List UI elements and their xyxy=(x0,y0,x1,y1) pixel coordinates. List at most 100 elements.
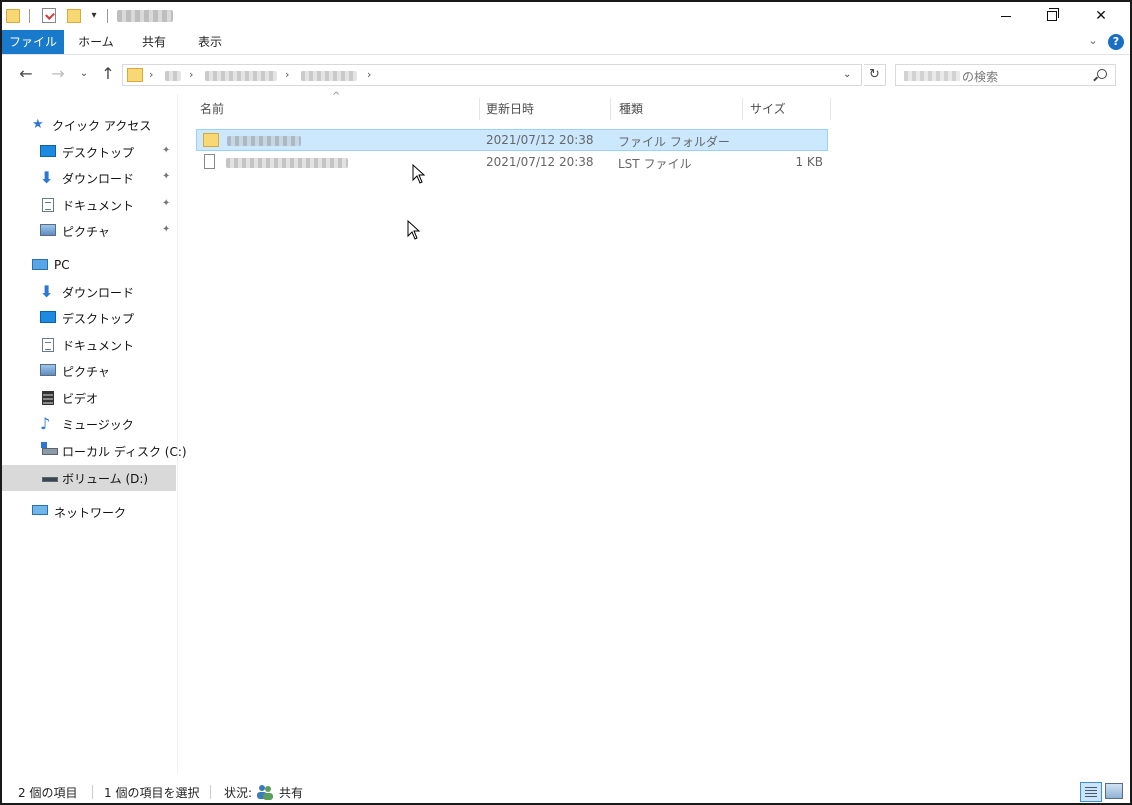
chevron-down-icon[interactable]: ⌄ xyxy=(843,69,851,80)
local-disk-icon xyxy=(41,442,58,455)
status-bar: 2 個の項目 1 個の項目を選択 状況: 共有 xyxy=(2,780,1130,803)
sidebar-item-label: ボリューム (D:) xyxy=(62,472,149,486)
sidebar-item-pc-pictures[interactable]: ピクチャ xyxy=(2,358,176,384)
column-header-size[interactable]: サイズ xyxy=(750,98,830,120)
column-header-modified[interactable]: 更新日時 xyxy=(486,98,610,120)
table-row[interactable]: 2021/07/12 20:38 LST ファイル 1 KB xyxy=(196,152,828,174)
status-item-count: 2 個の項目 xyxy=(18,786,78,800)
search-input[interactable]: の検索 xyxy=(895,64,1116,86)
sidebar-item-label: ドキュメント xyxy=(62,199,135,213)
sidebar-item-downloads[interactable]: ⬇ ダウンロード ✦ xyxy=(2,165,176,191)
ribbon-expand-icon[interactable]: ⌄ xyxy=(1085,34,1101,47)
file-modified: 2021/07/12 20:38 xyxy=(486,133,594,147)
sidebar-item-label: ネットワーク xyxy=(54,506,127,520)
table-row[interactable]: 2021/07/12 20:38 ファイル フォルダー xyxy=(196,129,828,151)
pictures-icon xyxy=(40,224,56,236)
tab-share[interactable]: 共有 xyxy=(126,30,182,54)
chevron-right-icon[interactable]: › xyxy=(189,68,193,81)
refresh-button[interactable]: ↻ xyxy=(864,64,886,86)
sidebar-item-pc-desktop[interactable]: デスクトップ xyxy=(2,305,176,331)
sidebar-item-pictures[interactable]: ピクチャ ✦ xyxy=(2,218,176,244)
tab-view[interactable]: 表示 xyxy=(182,30,238,54)
file-type: LST ファイル xyxy=(618,157,692,171)
file-type: ファイル フォルダー xyxy=(618,135,730,149)
sidebar-item-pc[interactable]: PC xyxy=(2,253,176,279)
pin-icon[interactable]: ✦ xyxy=(162,198,170,209)
sidebar-item-pc-downloads[interactable]: ⬇ ダウンロード xyxy=(2,279,176,305)
tab-home[interactable]: ホーム xyxy=(66,30,126,54)
file-size: 1 KB xyxy=(795,155,823,169)
sidebar-item-desktop[interactable]: デスクトップ ✦ xyxy=(2,139,176,165)
chevron-down-icon[interactable]: ▾ xyxy=(89,10,99,28)
back-button[interactable]: ← xyxy=(16,64,36,83)
volume-icon xyxy=(42,477,58,482)
address-bar[interactable]: › › › › ⌄ xyxy=(122,64,862,86)
search-icon[interactable] xyxy=(1097,69,1107,79)
breadcrumb-segment[interactable] xyxy=(165,71,181,81)
ribbon: ファイル ホーム 共有 表示 ⌄ ? xyxy=(2,30,1130,55)
column-header-type[interactable]: 種類 xyxy=(619,98,743,120)
column-header-name[interactable]: 名前 xyxy=(200,98,478,120)
pin-icon[interactable]: ✦ xyxy=(162,171,170,182)
navigation-bar: ← → ⌄ ↑ › › › › ⌄ ↻ の検索 xyxy=(2,56,1130,92)
sidebar-item-label: PC xyxy=(54,258,70,272)
sidebar-item-label: クイック アクセス xyxy=(52,119,152,133)
help-icon[interactable]: ? xyxy=(1108,34,1124,50)
details-view-button[interactable] xyxy=(1080,782,1102,802)
sidebar-item-volume-d[interactable]: ボリューム (D:) xyxy=(2,465,176,491)
video-icon xyxy=(42,391,54,405)
navigation-pane: ★ クイック アクセス デスクトップ ✦ ⬇ ダウンロード ✦ ドキュメント ✦… xyxy=(2,94,187,774)
up-button[interactable]: ↑ xyxy=(98,64,118,83)
column-divider[interactable] xyxy=(479,98,480,120)
download-icon: ⬇ xyxy=(40,282,54,301)
column-divider[interactable] xyxy=(742,98,743,120)
sidebar-item-label: ダウンロード xyxy=(62,172,135,186)
sidebar-item-label: ドキュメント xyxy=(62,339,135,353)
download-icon: ⬇ xyxy=(40,168,54,187)
sidebar-item-label: ミュージック xyxy=(62,418,134,432)
divider xyxy=(29,9,30,23)
forward-button[interactable]: → xyxy=(48,64,68,83)
sidebar-item-pc-music[interactable]: ♪ ミュージック xyxy=(2,411,176,437)
close-button[interactable]: ✕ xyxy=(1078,2,1124,30)
breadcrumb-segment[interactable] xyxy=(301,71,357,81)
minimize-button[interactable] xyxy=(983,2,1029,30)
sidebar-item-quick-access[interactable]: ★ クイック アクセス xyxy=(2,112,176,138)
file-modified: 2021/07/12 20:38 xyxy=(486,155,594,169)
desktop-icon xyxy=(40,145,56,157)
chevron-right-icon[interactable]: › xyxy=(149,68,153,81)
restore-button[interactable] xyxy=(1029,2,1075,30)
pictures-icon xyxy=(40,364,56,376)
sidebar-item-local-disk-c[interactable]: ローカル ディスク (C:) xyxy=(2,438,187,464)
sidebar-item-pc-videos[interactable]: ビデオ xyxy=(2,385,176,411)
recent-locations-button[interactable]: ⌄ xyxy=(74,68,94,79)
sidebar-item-label: ピクチャ xyxy=(62,225,110,239)
sidebar-item-label: デスクトップ xyxy=(62,146,135,160)
new-folder-icon[interactable] xyxy=(67,9,81,23)
chevron-right-icon[interactable]: › xyxy=(367,68,371,81)
divider xyxy=(210,785,211,799)
status-selected-count: 1 個の項目を選択 xyxy=(104,786,200,800)
divider xyxy=(107,9,108,23)
breadcrumb-segment[interactable] xyxy=(205,71,277,81)
folder-icon xyxy=(127,68,143,82)
file-name xyxy=(226,158,348,168)
status-state-value: 共有 xyxy=(279,786,304,800)
sidebar-item-label: ローカル ディスク (C:) xyxy=(62,445,187,459)
tab-file[interactable]: ファイル xyxy=(2,30,64,54)
properties-icon[interactable] xyxy=(42,8,56,23)
network-icon xyxy=(32,505,48,515)
file-icon xyxy=(204,154,215,169)
title-bar: ▾ ✕ xyxy=(2,2,1130,30)
minimize-icon xyxy=(1001,15,1011,17)
sidebar-item-pc-documents[interactable]: ドキュメント xyxy=(2,332,176,358)
pin-icon[interactable]: ✦ xyxy=(162,145,170,156)
large-icons-view-button[interactable] xyxy=(1105,783,1123,799)
pin-icon[interactable]: ✦ xyxy=(162,224,170,235)
sidebar-item-network[interactable]: ネットワーク xyxy=(2,499,176,525)
sidebar-item-documents[interactable]: ドキュメント ✦ xyxy=(2,192,176,218)
column-divider[interactable] xyxy=(610,98,611,120)
music-icon: ♪ xyxy=(40,414,51,433)
chevron-right-icon[interactable]: › xyxy=(285,68,289,81)
column-divider[interactable] xyxy=(830,98,831,120)
